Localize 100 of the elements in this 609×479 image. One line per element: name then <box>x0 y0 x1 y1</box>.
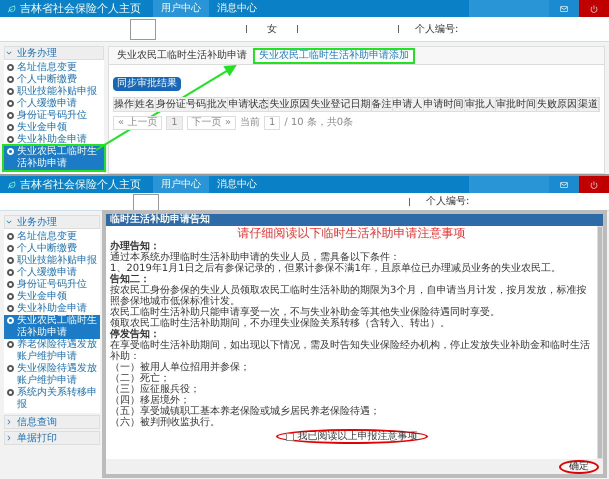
menu-item[interactable]: 职业技能补贴申报 <box>4 255 100 267</box>
power-button[interactable] <box>579 0 609 17</box>
notice-line: （五）享受城镇职工基本养老保险或城乡居民养老保险待遇； <box>110 406 381 417</box>
site-title: 吉林省社会保险个人主页 <box>20 1 141 17</box>
menu-item[interactable]: 失业金申领 <box>4 122 104 134</box>
page-tab[interactable]: 失业农民工临时生活补助申请添加 <box>255 50 413 62</box>
column-header: 备注 <box>372 98 393 111</box>
menu-item[interactable]: 职业技能补贴申报 <box>4 86 104 98</box>
column-header: 批次 <box>207 98 228 111</box>
dialog-title-bar: 临时生活补助申请告知 <box>106 214 603 226</box>
column-header: 渠道 <box>578 98 600 111</box>
notice-line: （二）死亡； <box>110 373 170 384</box>
confirm-button[interactable]: 确定 <box>559 460 599 474</box>
id-label: 个人编号: <box>415 22 458 36</box>
menu-item[interactable]: 失业补助金申请 <box>4 303 100 315</box>
menu-item[interactable]: 身份证号码升位 <box>4 279 100 291</box>
column-header: 申请时间 <box>424 98 465 111</box>
mail-button[interactable] <box>549 0 579 17</box>
column-header: 身份证号码 <box>156 98 208 111</box>
current-page-input[interactable]: 1 <box>264 116 280 130</box>
bullet-icon <box>7 112 14 119</box>
current-label: 当前 <box>240 117 260 129</box>
gender-text: 女 <box>267 22 277 36</box>
menu-item[interactable]: 失业保险待遇发放账户维护申请 <box>4 363 100 387</box>
photo-frame <box>130 18 156 40</box>
nav-tab[interactable]: 用户中心 <box>153 0 209 17</box>
bullet-icon <box>7 233 14 240</box>
prev-page-button[interactable]: « 上一页 <box>113 116 162 130</box>
bullet-icon <box>7 317 14 324</box>
site-title: 吉林省社会保险个人主页 <box>20 177 141 193</box>
page-total: / 10 条，共0条 <box>284 117 354 129</box>
sync-button[interactable]: 同步审批结果 <box>113 77 181 91</box>
nav-tab[interactable]: 消息中心 <box>209 0 265 17</box>
menu-item[interactable]: 名址信息变更 <box>4 62 104 74</box>
notice-line: 按农民工身份参保的失业人员领取农民工临时生活补助的期限为3个月，自申请当月计发，按月发放，标准按照参保地城市低保标准计发。 <box>110 285 588 307</box>
menu-item[interactable]: 名址信息变更 <box>4 231 100 243</box>
next-page-button[interactable]: 下一页 » <box>186 116 236 130</box>
section-heading: 办理告知： <box>110 241 160 252</box>
nav-tab[interactable]: 消息中心 <box>209 176 265 193</box>
notice-line: 领取农民工临时生活补助期间，不办理失业保险关系转移（含转入、转出）。 <box>110 318 451 329</box>
menu-item[interactable]: 失业农民工临时生活补助申请 <box>4 146 104 170</box>
menu-heading[interactable]: 业务办理 <box>4 46 104 60</box>
menu-item[interactable]: 养老保险待遇发放账户维护申请 <box>4 339 100 363</box>
column-header: 审批时间 <box>496 98 537 111</box>
bullet-icon <box>7 148 14 155</box>
menu-item[interactable]: 失业金申领 <box>4 291 100 303</box>
bullet-icon <box>7 88 14 95</box>
column-header: 申请人 <box>392 98 424 111</box>
column-header: 失败原因 <box>536 98 578 111</box>
nav-tab[interactable]: 用户中心 <box>153 176 209 193</box>
checkbox-box[interactable] <box>286 432 294 440</box>
bullet-icon <box>7 305 14 312</box>
menu-item[interactable]: 系统内关系转移申报 <box>4 387 100 411</box>
power-icon <box>590 4 598 12</box>
bullet-icon <box>7 124 14 131</box>
bullet-icon <box>7 257 14 264</box>
notice-heading: 请仔细阅读以下临时生活补助申请注意事项 <box>236 226 466 241</box>
menu-item[interactable]: 个人缓缴申请 <box>4 98 104 110</box>
bullet-icon <box>7 293 14 300</box>
bullet-icon <box>7 76 14 83</box>
bullet-icon <box>7 64 14 71</box>
menu-item[interactable]: 个人缓缴申请 <box>4 267 100 279</box>
menu-heading[interactable]: 业务办理 <box>4 215 100 229</box>
menu-item[interactable]: 个人中断缴费 <box>4 243 100 255</box>
mail-button[interactable] <box>549 176 579 193</box>
notice-line: 通过本系统办理临时生活补助申请的失业人员，需具备以下条件： <box>110 252 400 263</box>
bullet-icon <box>7 100 14 107</box>
column-header: 申请状态 <box>228 98 270 111</box>
notice-line: 在享受临时生活补助期间，如出现以下情况，需及时告知失业保险经办机构，停止发放失业补助金和临时生活补助： <box>110 340 591 362</box>
column-header: 操作 <box>114 98 136 111</box>
notice-line: （四）移居境外； <box>110 395 191 406</box>
menu-heading[interactable]: 信息查询 <box>4 415 100 429</box>
power-icon <box>590 180 598 188</box>
page-tab[interactable]: 失业农民工临时生活补助申请 <box>113 50 251 62</box>
page-number[interactable]: 1 <box>166 116 183 130</box>
agree-checkbox[interactable]: 我已阅读以上申报注意事项 <box>276 429 428 444</box>
notice-line: （一）被用人单位招用并参保； <box>110 362 251 373</box>
bullet-icon <box>7 269 14 276</box>
bullet-icon <box>7 389 14 396</box>
menu-item[interactable]: 失业农民工临时生活补助申请 <box>4 315 100 339</box>
notice-line: 1、2019年1月1日之后有参保记录的，但累计参保不满1年，且原单位已办理减员业务的失业农民工。 <box>110 263 562 274</box>
notice-line: （三）应征服兵役； <box>110 384 201 395</box>
menu-item[interactable]: 个人中断缴费 <box>4 74 104 86</box>
column-header: 失业原因 <box>269 98 310 111</box>
leaf-icon <box>8 4 16 12</box>
section-heading: 告知二： <box>110 274 151 285</box>
power-button[interactable] <box>579 176 609 193</box>
mail-icon <box>560 180 568 188</box>
bullet-icon <box>7 365 14 372</box>
notice-line: 农民工临时生活补助只能申请享受一次，不与失业补助金等其他失业保险待遇同时享受。 <box>110 307 501 318</box>
column-header: 失业登记日期 <box>310 98 372 111</box>
column-header: 姓名 <box>135 98 156 111</box>
notice-line: （六）被判刑收监执行。 <box>110 417 221 428</box>
menu-item[interactable]: 身份证号码升位 <box>4 110 104 122</box>
bullet-icon <box>7 341 14 348</box>
leaf-icon <box>8 180 16 188</box>
section-heading: 停发告知： <box>110 329 160 340</box>
menu-heading[interactable]: 单据打印 <box>4 431 100 445</box>
mail-icon <box>560 4 568 12</box>
bullet-icon <box>7 281 14 288</box>
